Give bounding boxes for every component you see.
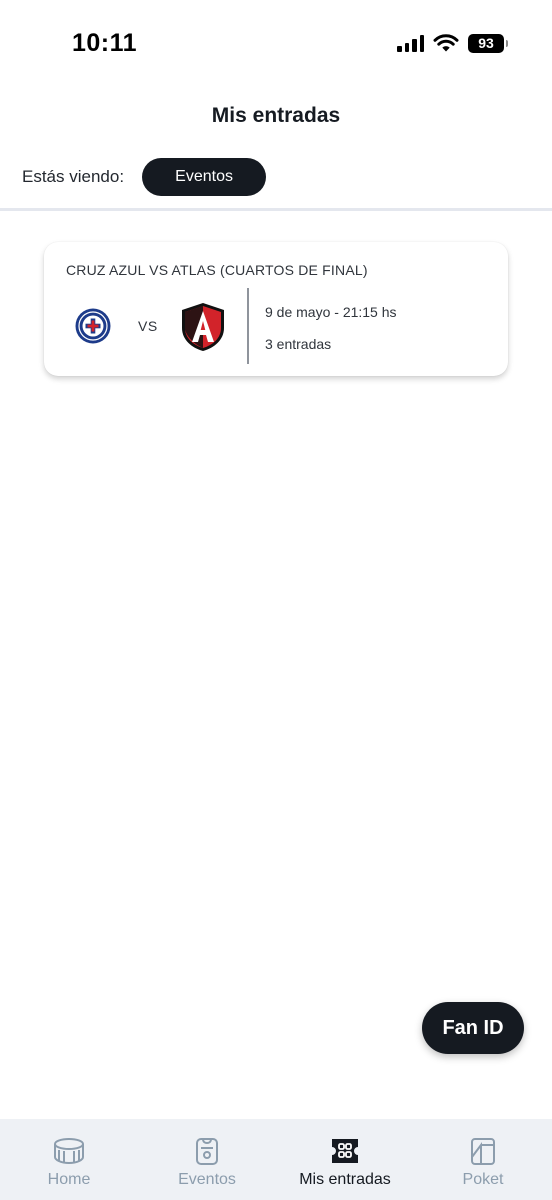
filter-label: Estás viendo: [22,167,125,186]
filter-eventos-chip[interactable]: Eventos [142,158,267,196]
page-title: Mis entradas [211,104,341,127]
header-divider [0,208,552,211]
nav-label-eventos: Eventos [178,1171,236,1188]
card-separator [247,288,249,364]
cellular-signal-icon [397,34,424,52]
nav-item-poket[interactable]: Poket [414,1119,552,1200]
vs-label: VS [138,318,158,334]
bottom-nav: Home Eventos Mis entradas Poket [0,1119,552,1200]
battery-icon: 93 [468,33,508,53]
event-date: 9 de mayo - 21:15 hs [265,304,397,320]
nav-item-mis-entradas[interactable]: Mis entradas [276,1119,414,1200]
ticket-count: 3 entradas [265,336,332,352]
fan-id-button[interactable]: Fan ID [422,1002,524,1054]
wifi-icon [433,34,459,52]
atlas-logo-icon [182,303,224,351]
tickets-grid-icon [332,1139,358,1163]
nav-item-eventos[interactable]: Eventos [138,1119,276,1200]
stadium-icon [54,1138,84,1165]
status-icons: 93 [397,33,508,53]
ticket-card[interactable]: CRUZ AZUL VS ATLAS (CUARTOS DE FINAL) VS… [44,242,508,376]
ticket-icon [196,1138,218,1165]
status-clock: 10:11 [72,29,138,57]
status-bar: 10:11 93 [0,0,552,90]
nav-label-poket: Poket [462,1171,504,1188]
nav-item-home[interactable]: Home [0,1119,138,1200]
cruz-azul-logo-icon [75,308,111,344]
nav-label-mis-entradas: Mis entradas [299,1171,391,1188]
wallet-icon [471,1138,495,1165]
ticket-event-title: CRUZ AZUL VS ATLAS (CUARTOS DE FINAL) [66,262,368,278]
filter-row: Estás viendo: Eventos [22,158,267,196]
screen: 10:11 93 Mis entradas Estás viendo: Even… [0,0,552,1200]
nav-label-home: Home [47,1171,91,1188]
